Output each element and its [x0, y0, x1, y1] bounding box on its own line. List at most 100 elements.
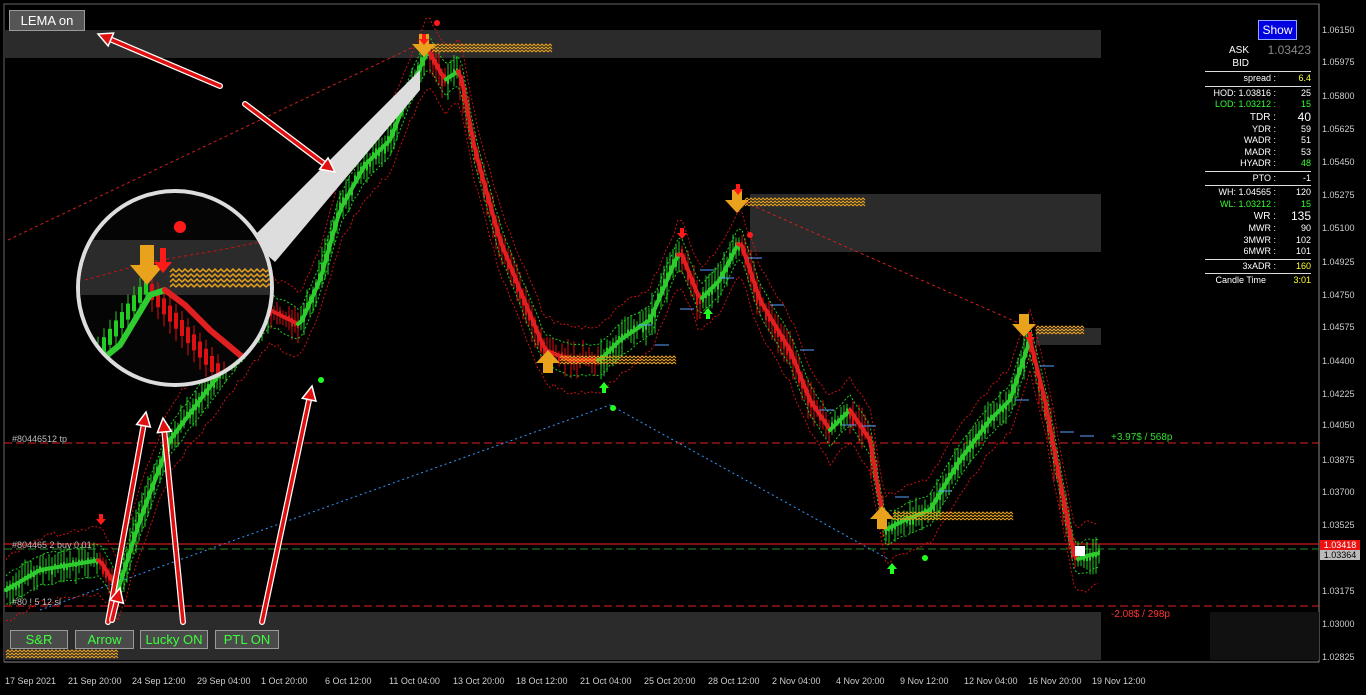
info-row: MWR : 90	[1205, 223, 1312, 235]
panel-separator	[1205, 170, 1311, 172]
buy-arrow-small	[887, 563, 897, 574]
annotation-arrow-ptl	[259, 384, 317, 625]
lema-toggle-button[interactable]: LEMA on	[9, 10, 85, 31]
magnified-candle	[240, 392, 244, 408]
magnified-candle	[138, 286, 142, 303]
magnified-candle	[120, 312, 124, 328]
time-tick-label: 29 Sep 04:00	[197, 676, 251, 686]
buy-dot	[610, 405, 616, 411]
buy-order-label: #804465 2 buy 0.01	[12, 540, 92, 550]
lucky-button[interactable]: Lucky ON	[140, 630, 208, 649]
sell-arrow-small	[677, 228, 687, 239]
ask-price-tag: 1.03418	[1320, 540, 1360, 550]
time-tick-label: 21 Sep 20:00	[68, 676, 122, 686]
arrow-button[interactable]: Arrow	[75, 630, 134, 649]
price-tick-label: 1.04575	[1322, 322, 1355, 332]
show-panel-button[interactable]: Show	[1258, 20, 1297, 40]
magnified-sell-dot	[174, 221, 186, 233]
blue-trendline-up	[39, 404, 611, 611]
panel-separator	[1205, 71, 1311, 72]
price-tick-label: 1.03175	[1322, 586, 1355, 596]
magnified-candle	[258, 414, 262, 430]
info-row: WR : 135	[1205, 210, 1311, 223]
price-tick-label: 1.03000	[1322, 619, 1355, 629]
price-tick-label: 1.04225	[1322, 389, 1355, 399]
sl-loss-label: -2.08$ / 298p	[1111, 609, 1170, 620]
info-row: LOD: 1.03212 : 15	[1205, 99, 1311, 111]
resistance-zone-mid	[750, 194, 1101, 252]
info-row: HOD: 1.03816 : 25	[1205, 88, 1311, 100]
price-tick-label: 1.05800	[1322, 91, 1355, 101]
time-tick-label: 21 Oct 04:00	[580, 676, 632, 686]
sell-dot	[434, 20, 440, 26]
ask-label: ASK	[1228, 45, 1249, 56]
info-row-label: spread :	[1243, 73, 1276, 83]
magnified-candle	[204, 348, 208, 365]
info-row: 6MWR : 101	[1205, 246, 1312, 258]
info-row-label: MADR :	[1244, 146, 1277, 157]
lema-segment	[492, 216, 500, 235]
info-row: PTO : -1	[1205, 173, 1311, 185]
level-hatch	[892, 511, 1014, 515]
magnified-candle	[234, 385, 238, 401]
magnified-candle	[90, 354, 94, 370]
info-row-value: 48	[1300, 158, 1311, 168]
magnified-candle	[192, 334, 196, 351]
price-tick-label: 1.04750	[1322, 290, 1355, 300]
info-row-value: 59	[1300, 123, 1311, 134]
info-row-value: 135	[1290, 209, 1311, 223]
magnified-candle	[252, 406, 256, 422]
magnified-candle	[264, 421, 268, 437]
info-row-value: 53	[1300, 146, 1311, 157]
price-tick-label: 1.04050	[1322, 420, 1355, 430]
time-tick-label: 2 Nov 04:00	[772, 676, 821, 686]
info-row-value: 6.4	[1298, 73, 1311, 83]
lema-segment	[1092, 551, 1100, 557]
info-row-label: YDR :	[1251, 123, 1276, 134]
panel-separator	[1205, 273, 1311, 274]
info-row: TDR : 40	[1205, 110, 1311, 124]
magnified-candle	[126, 303, 130, 320]
panel-separator	[1205, 85, 1311, 87]
price-tick-label: 1.05100	[1322, 223, 1355, 233]
info-row-label: HOD: 1.03816 :	[1213, 87, 1276, 98]
price-tick-label: 1.03525	[1322, 520, 1355, 530]
time-tick-label: 13 Oct 20:00	[453, 676, 505, 686]
time-tick-label: 28 Oct 12:00	[708, 676, 760, 686]
lema-segment	[1032, 354, 1040, 374]
tp-order-label: #80446512 tp	[12, 434, 68, 444]
buy-arrow-small	[599, 382, 609, 393]
info-row: HYADR : 48	[1205, 158, 1311, 170]
time-tick-label: 4 Nov 20:00	[836, 676, 885, 686]
magnified-candle	[174, 312, 178, 329]
lema-segment	[1040, 386, 1048, 408]
info-row-value: 15	[1300, 99, 1311, 109]
level-hatch	[1035, 325, 1085, 329]
price-chart[interactable]	[0, 0, 1366, 695]
magnified-candle	[228, 377, 232, 383]
price-tick-label: 1.02825	[1322, 652, 1355, 662]
magnified-candle	[168, 305, 172, 322]
info-row-label: TDR :	[1249, 111, 1276, 123]
magnified-candle	[246, 399, 250, 415]
info-row-value: -1	[1302, 172, 1311, 183]
info-row-label: 6MWR :	[1243, 246, 1277, 256]
info-row-label: LOD: 1.03212 :	[1214, 99, 1276, 109]
magnified-candle	[162, 298, 166, 315]
price-tick-label: 1.04400	[1322, 356, 1355, 366]
info-row-value: 101	[1295, 246, 1311, 256]
time-tick-label: 18 Oct 12:00	[516, 676, 568, 686]
info-row-label: WR :	[1253, 211, 1276, 222]
info-row-value: 120	[1295, 187, 1311, 197]
chart-area[interactable]: LEMA on Show S&R Arrow Lucky ON PTL ON #…	[0, 0, 1366, 695]
info-row-label: Candle Time	[1215, 275, 1266, 285]
info-row-value: 3:01	[1293, 275, 1311, 285]
ptl-button[interactable]: PTL ON	[215, 630, 279, 649]
price-tick-label: 1.05975	[1322, 57, 1355, 67]
info-row-label: 3MWR :	[1243, 234, 1277, 245]
bid-price-tag: 1.03364	[1320, 550, 1360, 560]
info-row-value: 160	[1295, 260, 1311, 271]
info-row-value: 51	[1300, 135, 1311, 145]
sr-button[interactable]: S&R	[10, 630, 68, 649]
time-tick-label: 25 Oct 20:00	[644, 676, 696, 686]
